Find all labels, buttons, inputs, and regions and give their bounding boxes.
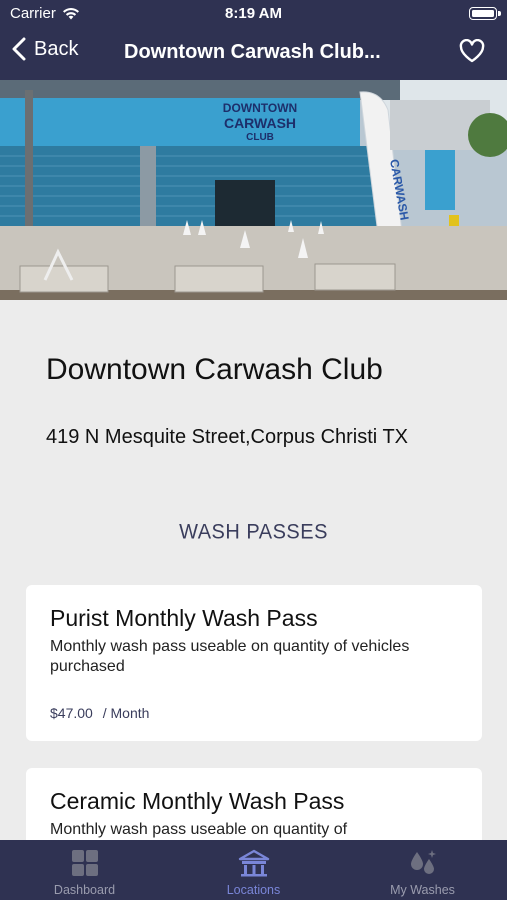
- page-title: Downtown Carwash Club...: [124, 41, 381, 63]
- pass-title: Ceramic Monthly Wash Pass: [50, 788, 345, 814]
- water-drops-icon: [410, 850, 436, 874]
- pass-price-row: $47.00 / Month: [50, 705, 155, 721]
- location-name: Downtown Carwash Club: [46, 353, 383, 386]
- wash-pass-card[interactable]: Purist Monthly Wash Pass Monthly wash pa…: [26, 585, 482, 741]
- tab-bar: Dashboard Locations My Washes: [0, 840, 507, 900]
- wash-passes-heading: WASH PASSES: [179, 520, 328, 544]
- pass-description: Monthly wash pass useable on quantity of…: [50, 638, 410, 675]
- wash-pass-card[interactable]: Ceramic Monthly Wash Pass Monthly wash p…: [26, 768, 482, 840]
- pass-title: Purist Monthly Wash Pass: [50, 605, 318, 631]
- app-screen: Carrier 8:19 AM Back Downtown Carwash Cl…: [0, 0, 507, 900]
- pass-period: / Month: [102, 705, 150, 721]
- tab-label: Locations: [226, 883, 281, 897]
- sign-line-2: CARWASH: [224, 115, 296, 131]
- battery-tip: [498, 11, 501, 16]
- clock: 8:19 AM: [225, 5, 282, 22]
- header: Carrier 8:19 AM Back Downtown Carwash Cl…: [0, 0, 507, 80]
- back-button[interactable]: Back: [12, 37, 78, 61]
- tab-locations[interactable]: Locations: [169, 840, 338, 900]
- dashboard-grid-icon: [71, 850, 98, 876]
- building-icon: [238, 849, 269, 877]
- battery-icon: [469, 7, 497, 20]
- pass-price: $47.00: [50, 705, 93, 721]
- status-bar: Carrier 8:19 AM: [0, 0, 507, 28]
- carwash-building-illustration: DOWNTOWN CARWASH CLUB CARWASH: [0, 80, 507, 300]
- tab-my-washes[interactable]: My Washes: [338, 840, 507, 900]
- location-details: Downtown Carwash Club 419 N Mesquite Str…: [0, 300, 507, 840]
- navigation-bar: Back Downtown Carwash Club...: [0, 28, 507, 80]
- tab-dashboard[interactable]: Dashboard: [0, 840, 169, 900]
- chevron-left-icon: [12, 37, 26, 61]
- sign-line-1: DOWNTOWN: [223, 101, 297, 115]
- location-photo: DOWNTOWN CARWASH CLUB CARWASH: [0, 80, 507, 300]
- heart-icon: [459, 38, 485, 63]
- sign-line-3: CLUB: [246, 132, 274, 143]
- tab-label: Dashboard: [53, 883, 116, 897]
- pass-description: Monthly wash pass useable on quantity of: [50, 821, 348, 838]
- tab-label: My Washes: [390, 883, 455, 897]
- favorite-button[interactable]: [459, 38, 485, 68]
- location-address: 419 N Mesquite Street,Corpus Christi TX: [46, 426, 409, 448]
- back-label: Back: [34, 37, 79, 60]
